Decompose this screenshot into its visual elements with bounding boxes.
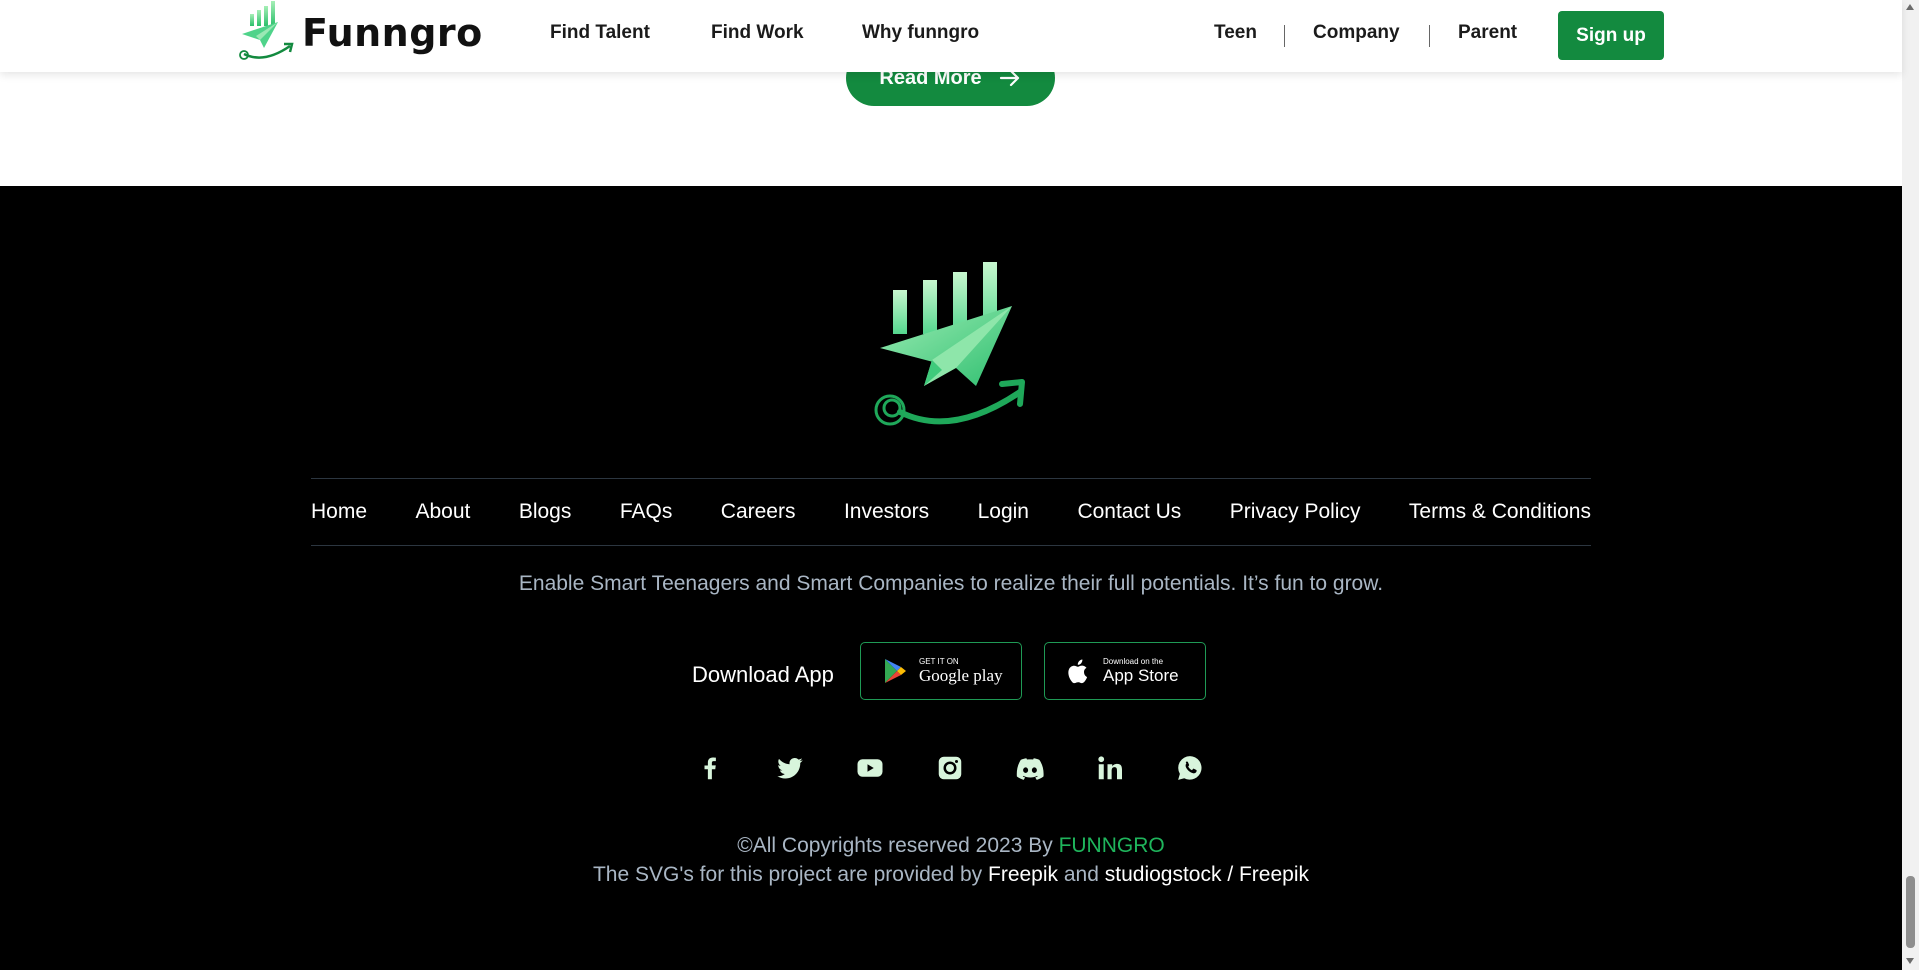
nav-find-talent[interactable]: Find Talent	[550, 22, 650, 44]
scroll-thumb[interactable]	[1906, 876, 1915, 948]
nav-parent[interactable]: Parent	[1458, 22, 1517, 44]
scroll-down-icon[interactable]	[1906, 958, 1914, 964]
credits-freepik-link[interactable]: Freepik	[988, 863, 1058, 886]
footer-link-terms[interactable]: Terms & Conditions	[1409, 500, 1591, 524]
google-play-big-text: Google play	[919, 665, 1003, 685]
funngro-logo-icon	[874, 262, 1025, 426]
nav-why-funngro[interactable]: Why funngro	[862, 22, 979, 44]
brand-name: Funngro	[302, 11, 483, 55]
linkedin-icon	[1098, 756, 1122, 780]
footer-link-about[interactable]: About	[415, 500, 470, 524]
site-footer: Home About Blogs FAQs Careers Investors …	[0, 186, 1902, 970]
footer-link-investors[interactable]: Investors	[844, 500, 929, 524]
app-store-big-text: App Store	[1103, 665, 1179, 685]
footer-link-blogs[interactable]: Blogs	[519, 500, 572, 524]
credits-prefix: The SVG's for this project are provided …	[592, 863, 988, 886]
scroll-up-icon[interactable]	[1906, 4, 1914, 10]
nav-divider	[1429, 25, 1430, 47]
credits-text: The SVG's for this project are provided …	[0, 863, 1902, 887]
footer-link-home[interactable]: Home	[311, 500, 367, 524]
apple-icon	[1068, 659, 1088, 684]
credits-and: and	[1058, 863, 1105, 886]
signup-button[interactable]: Sign up	[1558, 11, 1664, 60]
whatsapp-link[interactable]	[1172, 750, 1208, 786]
footer-link-login[interactable]: Login	[978, 500, 1029, 524]
nav-company[interactable]: Company	[1313, 22, 1400, 44]
brand-logo[interactable]: Funngro	[236, 0, 483, 66]
discord-link[interactable]	[1012, 750, 1048, 786]
footer-link-privacy[interactable]: Privacy Policy	[1230, 500, 1361, 524]
discord-icon	[1016, 758, 1044, 780]
page-scrollbar[interactable]	[1902, 0, 1919, 970]
copyright-text: ©All Copyrights reserved 2023 By FUNNGRO	[0, 834, 1902, 858]
copyright-brand[interactable]: FUNNGRO	[1059, 834, 1165, 857]
app-store-button[interactable]: Download on the App Store	[1044, 642, 1206, 700]
youtube-link[interactable]	[852, 750, 888, 786]
google-play-button[interactable]: GET IT ON Google play	[860, 642, 1022, 700]
instagram-link[interactable]	[932, 750, 968, 786]
twitter-link[interactable]	[772, 750, 808, 786]
footer-nav: Home About Blogs FAQs Careers Investors …	[311, 478, 1591, 546]
footer-link-careers[interactable]: Careers	[721, 500, 796, 524]
google-play-icon	[885, 659, 906, 683]
app-store-small-text: Download on the	[1103, 656, 1164, 666]
funngro-logo-icon	[239, 1, 294, 60]
instagram-icon	[938, 756, 962, 780]
footer-link-faqs[interactable]: FAQs	[620, 500, 673, 524]
footer-link-contact[interactable]: Contact Us	[1077, 500, 1181, 524]
site-header: Funngro Find Talent Find Work Why funngr…	[0, 0, 1902, 72]
nav-divider	[1284, 25, 1285, 47]
whatsapp-icon	[1178, 756, 1202, 780]
nav-teen[interactable]: Teen	[1214, 22, 1257, 44]
copyright-prefix: ©All Copyrights reserved 2023 By	[737, 834, 1059, 857]
download-app-label: Download App	[692, 662, 834, 687]
credits-studiogstock-link[interactable]: studiogstock / Freepik	[1105, 863, 1309, 886]
google-play-small-text: GET IT ON	[919, 656, 959, 666]
facebook-icon	[704, 757, 716, 780]
facebook-link[interactable]	[692, 750, 728, 786]
youtube-icon	[857, 759, 883, 777]
twitter-icon	[777, 757, 803, 779]
nav-find-work[interactable]: Find Work	[711, 22, 804, 44]
footer-tagline: Enable Smart Teenagers and Smart Compani…	[518, 572, 1384, 595]
linkedin-link[interactable]	[1092, 750, 1128, 786]
